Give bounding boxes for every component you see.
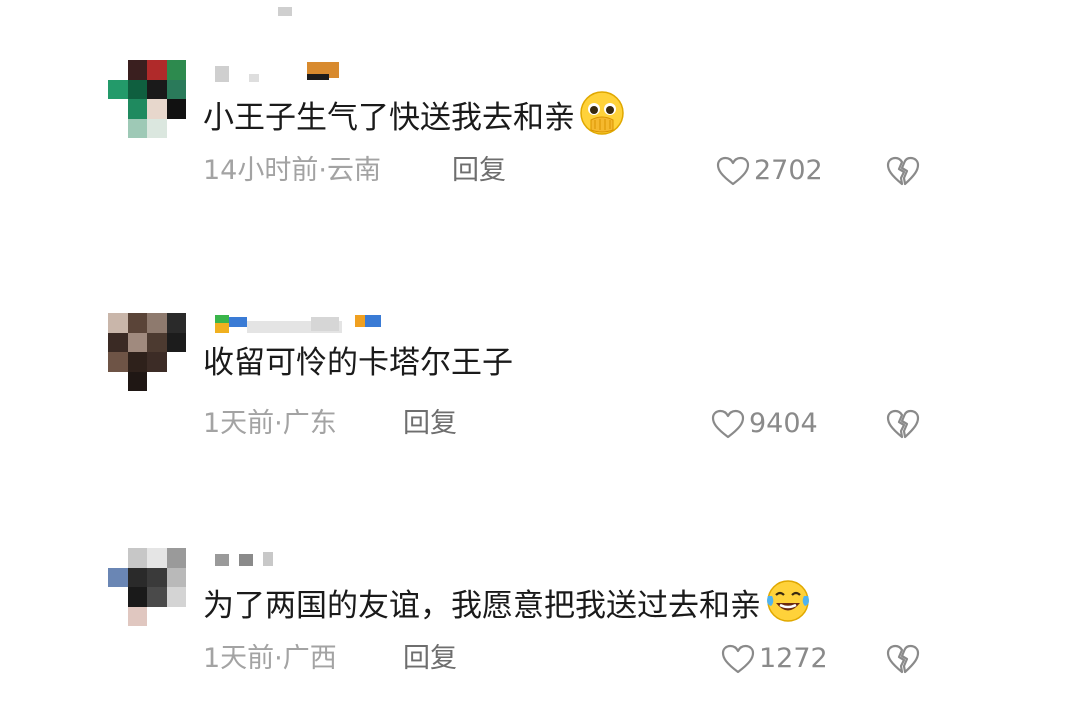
broken-heart-icon[interactable] — [886, 154, 920, 188]
username-blurred[interactable] — [215, 60, 415, 82]
reply-button[interactable]: 回复 — [403, 642, 457, 676]
tears-of-joy-icon — [767, 580, 809, 622]
reply-button[interactable]: 回复 — [403, 407, 457, 441]
comment-time-location: 1天前·广东 — [203, 408, 337, 439]
heart-outline-icon — [711, 409, 745, 439]
broken-heart-icon[interactable] — [886, 642, 920, 676]
comment-time-location: 1天前·广西 — [203, 643, 337, 674]
comment-text: 为了两国的友谊，我愿意把我送过去和亲 — [203, 578, 811, 626]
blurred-text-fragment — [278, 7, 292, 16]
like-button[interactable]: 2702 — [716, 154, 823, 188]
username-blurred[interactable] — [215, 313, 415, 335]
comment-item: 小王子生气了快送我去和亲 14小时前·云南 回复 2702 — [0, 60, 1080, 220]
comment-text: 小王子生气了快送我去和亲 — [203, 90, 625, 138]
comment-time-location: 14小时前·云南 — [203, 155, 381, 186]
avatar[interactable] — [108, 60, 186, 138]
username-blurred[interactable] — [215, 548, 415, 570]
comment-item: 为了两国的友谊，我愿意把我送过去和亲 1天前·广西 回复 1272 — [0, 548, 1080, 708]
pleading-face-icon — [580, 91, 624, 135]
like-count: 9404 — [749, 408, 818, 439]
comment-item: 收留可怜的卡塔尔王子 1天前·广东 回复 9404 — [0, 313, 1080, 473]
like-button[interactable]: 9404 — [711, 407, 818, 441]
like-count: 1272 — [759, 643, 828, 674]
reply-button[interactable]: 回复 — [452, 154, 506, 188]
like-count: 2702 — [754, 155, 823, 186]
broken-heart-icon[interactable] — [886, 407, 920, 441]
comment-text: 收留可怜的卡塔尔王子 — [203, 345, 513, 381]
heart-outline-icon — [721, 644, 755, 674]
avatar[interactable] — [108, 313, 186, 391]
avatar[interactable] — [108, 548, 186, 626]
like-button[interactable]: 1272 — [721, 642, 828, 676]
heart-outline-icon — [716, 156, 750, 186]
